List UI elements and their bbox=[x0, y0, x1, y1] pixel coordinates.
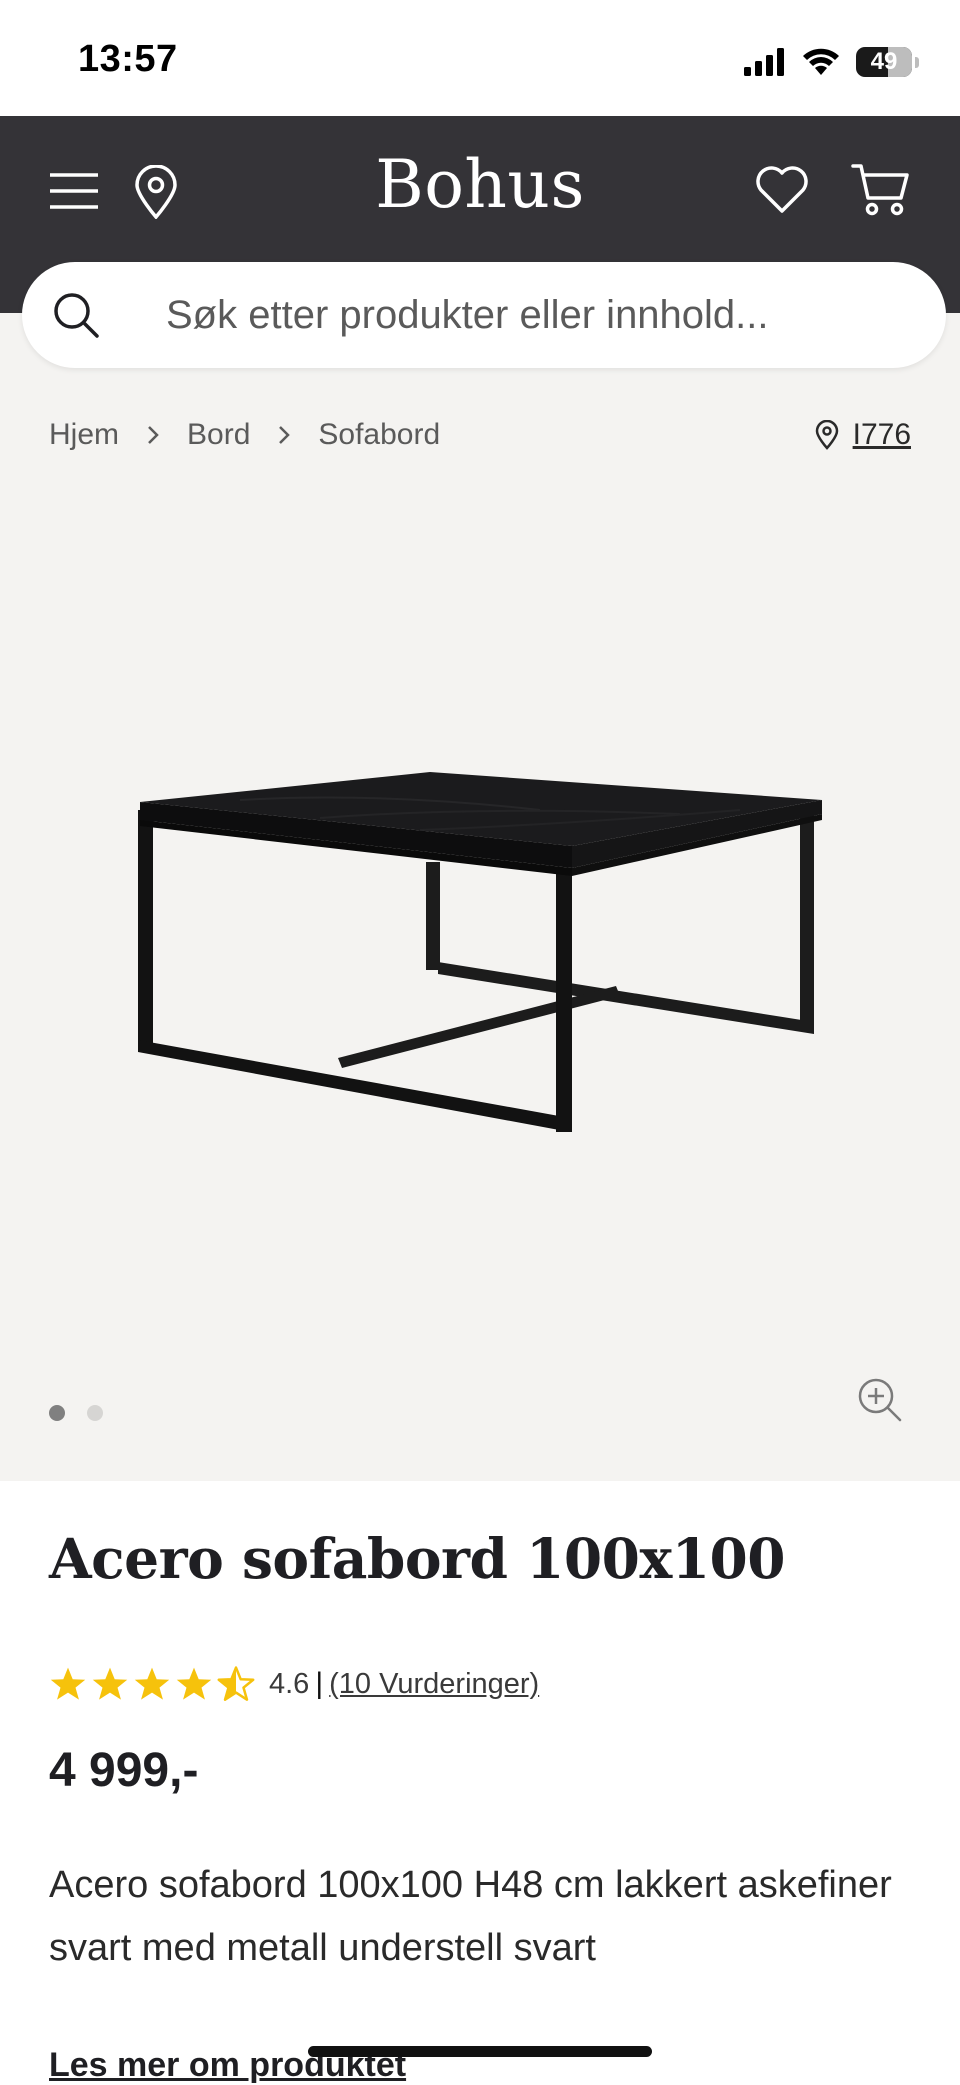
breadcrumb-sofabord[interactable]: Sofabord bbox=[318, 418, 440, 452]
wifi-icon bbox=[803, 48, 839, 75]
rating-separator: | bbox=[315, 1667, 324, 1700]
product-description: Acero sofabord 100x100 H48 cm lakkert as… bbox=[49, 1864, 892, 1969]
product-price: 4 999,- bbox=[49, 1744, 199, 1797]
star-icon bbox=[92, 1667, 128, 1700]
battery-icon: 49 bbox=[856, 47, 919, 77]
product-image[interactable] bbox=[120, 740, 840, 1140]
breadcrumb-home[interactable]: Hjem bbox=[49, 418, 119, 452]
chevron-right-icon bbox=[147, 425, 159, 445]
status-bar: 13:57 49 bbox=[0, 0, 960, 116]
location-pin-icon bbox=[815, 420, 838, 450]
search-bar[interactable] bbox=[22, 262, 946, 368]
product-rating: 4.6 | (10 Vurderinger) bbox=[49, 1666, 539, 1702]
star-icon bbox=[134, 1667, 170, 1700]
cart-icon bbox=[851, 164, 909, 216]
gallery-dot-active[interactable] bbox=[49, 1405, 65, 1421]
heart-icon bbox=[756, 166, 808, 213]
battery-level: 49 bbox=[870, 48, 898, 75]
half-star-icon bbox=[217, 1666, 255, 1701]
star-icon bbox=[176, 1667, 212, 1700]
store-selector[interactable]: I776 bbox=[815, 418, 911, 452]
star-icon bbox=[50, 1667, 86, 1700]
signal-icon bbox=[744, 48, 784, 76]
cart-button[interactable] bbox=[848, 160, 914, 220]
status-time: 13:57 bbox=[78, 38, 178, 80]
wishlist-button[interactable] bbox=[752, 162, 812, 218]
breadcrumb-bord[interactable]: Bord bbox=[187, 418, 250, 452]
bohus-logo[interactable]: Bohus bbox=[0, 146, 960, 223]
store-label[interactable]: I776 bbox=[853, 418, 911, 452]
gallery-dot[interactable] bbox=[87, 1405, 103, 1421]
gallery-dots bbox=[49, 1405, 103, 1421]
rating-stars bbox=[49, 1666, 255, 1702]
status-icons: 49 bbox=[744, 44, 919, 80]
chevron-right-icon bbox=[278, 425, 291, 445]
breadcrumb: Hjem Bord Sofabord bbox=[49, 418, 440, 452]
reviews-link[interactable]: (10 Vurderinger) bbox=[329, 1668, 539, 1701]
home-indicator[interactable] bbox=[308, 2046, 652, 2057]
zoom-in-icon[interactable] bbox=[856, 1376, 904, 1424]
rating-value: 4.6 bbox=[269, 1667, 310, 1700]
search-input[interactable] bbox=[166, 262, 906, 368]
search-icon[interactable] bbox=[52, 291, 100, 339]
product-title: Acero sofabord 100x100 bbox=[49, 1526, 786, 1591]
